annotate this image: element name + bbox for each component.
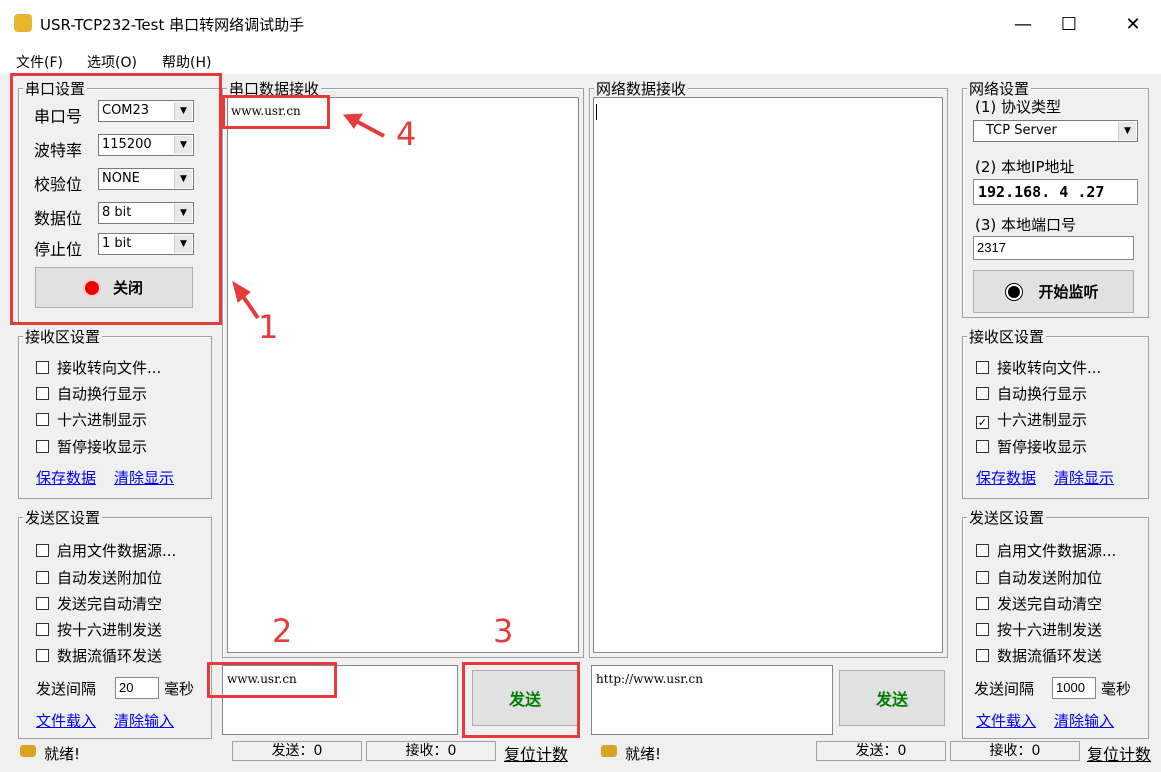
annotation-arrow-4 (343, 113, 385, 138)
annotation-arrow-1 (232, 280, 260, 320)
annotation-arrows (232, 113, 385, 320)
